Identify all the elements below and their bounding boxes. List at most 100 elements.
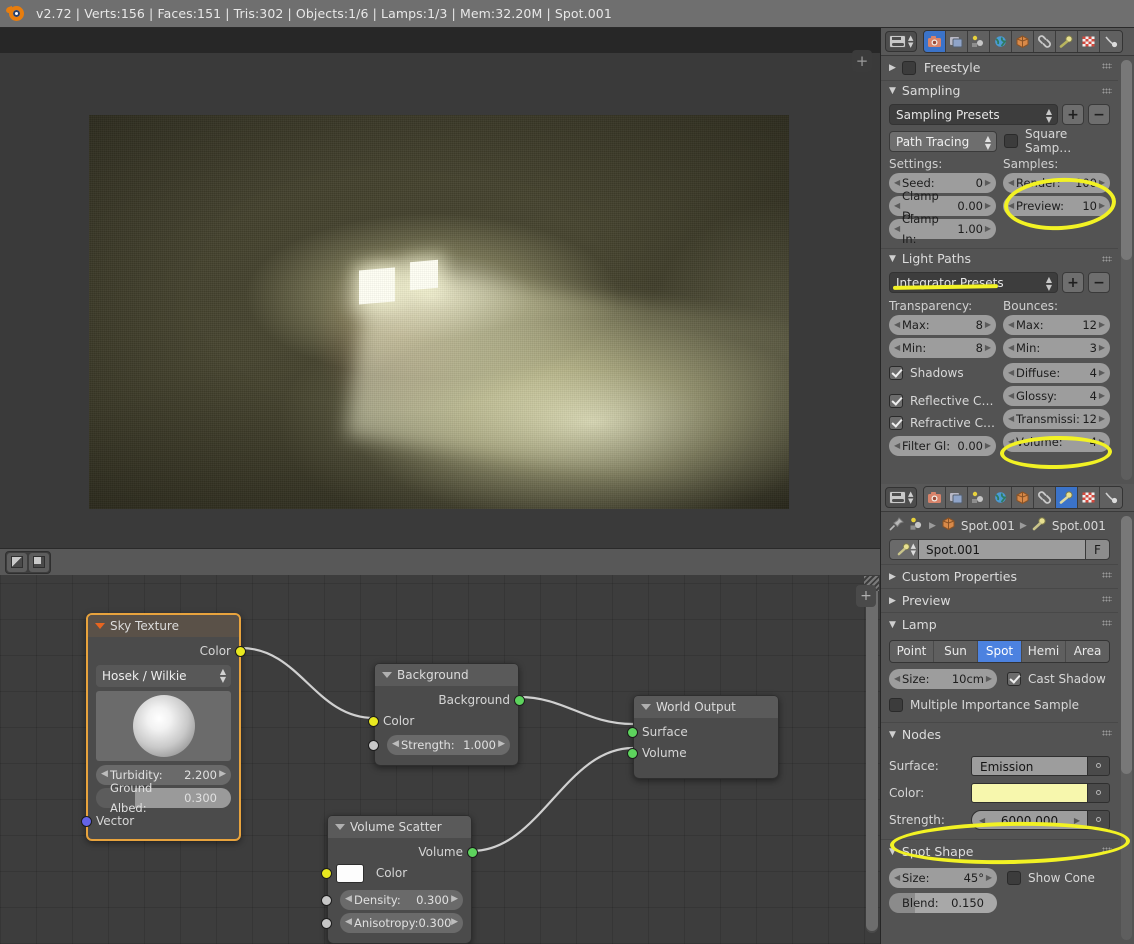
refractive-caustics-checkbox[interactable] [889, 416, 903, 430]
background-node[interactable]: Background Background Color Strength: 1.… [374, 663, 519, 766]
input-socket-density[interactable] [321, 895, 332, 906]
integrator-dropdown[interactable]: Path Tracing ▲▼ [889, 131, 997, 152]
scene-tab[interactable] [968, 487, 990, 508]
lamp-properties-scrollbar[interactable] [1121, 516, 1132, 940]
filter-glossy-field[interactable]: Filter Gl: 0.00 [889, 436, 996, 456]
show-cone-row[interactable]: Show Cone [1007, 867, 1095, 889]
render-tab[interactable] [924, 31, 946, 52]
diffuse-bounces-field[interactable]: Diffuse: 4 [1003, 363, 1110, 383]
volume-bounces-field[interactable]: Volume: 4 [1003, 432, 1110, 452]
pin-icon[interactable] [889, 517, 904, 534]
render-properties-scrollbar[interactable] [1121, 60, 1132, 480]
emission-strength-field[interactable]: 6000.000 [971, 810, 1088, 830]
mis-checkbox[interactable] [889, 698, 903, 712]
lamp-data-tab[interactable] [1056, 487, 1078, 508]
collapse-triangle-icon[interactable] [641, 704, 651, 710]
lamp-type-area[interactable]: Area [1066, 641, 1109, 662]
particles-tab[interactable] [1100, 31, 1122, 52]
spot-size-field[interactable]: Size: 45° [889, 868, 997, 888]
strength-link-icon[interactable] [1088, 810, 1110, 830]
freestyle-checkbox[interactable] [902, 61, 916, 75]
input-socket-surface[interactable] [627, 727, 638, 738]
world-tab[interactable] [990, 487, 1012, 508]
split-view-icon[interactable] [7, 553, 27, 572]
particles-tab[interactable] [1100, 487, 1122, 508]
spot-blend-field[interactable]: Blend: 0.150 [889, 893, 997, 913]
properties-tab-bar[interactable] [923, 486, 1123, 509]
ground-albedo-field[interactable]: Ground Albed: 0.300 [96, 788, 231, 808]
glossy-bounces-field[interactable]: Glossy: 4 [1003, 386, 1110, 406]
reflective-caustics-row[interactable]: Reflective C… [889, 390, 996, 412]
refractive-caustics-row[interactable]: Refractive C… [889, 412, 996, 434]
constraints-tab[interactable] [1034, 31, 1056, 52]
color-link-icon[interactable] [1088, 783, 1110, 803]
breadcrumb-object-name[interactable]: Spot.001 [961, 519, 1015, 533]
collapse-triangle-icon[interactable] [382, 672, 392, 678]
add-preset-button[interactable]: + [1062, 272, 1084, 293]
panel-nodes[interactable]: ▼ Nodes [881, 722, 1118, 746]
texture-tab[interactable] [1078, 487, 1100, 508]
node-header[interactable]: Sky Texture [88, 615, 239, 637]
lamp-type-spot[interactable]: Spot [978, 641, 1022, 662]
properties-tab-bar[interactable] [923, 30, 1123, 53]
editor-type-selector[interactable]: ▲▼ [885, 487, 917, 508]
input-socket-strength[interactable] [368, 740, 379, 751]
panel-sampling[interactable]: ▼ Sampling [881, 80, 1118, 100]
output-socket-volume[interactable] [467, 847, 478, 858]
lamp-type-hemi[interactable]: Hemi [1022, 641, 1066, 662]
lamp-size-field[interactable]: Size: 10cm [889, 669, 997, 689]
world-output-node[interactable]: World Output Surface Volume [633, 695, 779, 779]
color-swatch[interactable] [336, 864, 364, 883]
anisotropy-field[interactable]: Anisotropy: 0.300 [340, 913, 463, 933]
node-header[interactable]: Background [375, 664, 518, 686]
panel-preview[interactable]: ▶ Preview [881, 588, 1118, 612]
sky-texture-node[interactable]: Sky Texture Color Hosek / Wilkie ▲▼ Turb… [86, 613, 241, 841]
collapse-triangle-icon[interactable] [335, 824, 345, 830]
breadcrumb-data-name[interactable]: Spot.001 [1052, 519, 1106, 533]
node-header[interactable]: Volume Scatter [328, 816, 471, 838]
render-result-viewport[interactable]: + [0, 28, 880, 548]
input-socket-volume[interactable] [627, 748, 638, 759]
lamp-name-field[interactable]: Spot.001 [919, 539, 1085, 560]
panel-lamp[interactable]: ▼ Lamp [881, 612, 1118, 636]
bounces-min-field[interactable]: Min: 3 [1003, 338, 1110, 358]
cast-shadow-row[interactable]: Cast Shadow [1007, 668, 1106, 690]
remove-preset-button[interactable]: − [1088, 272, 1110, 293]
shadows-checkbox[interactable] [889, 366, 903, 380]
node-editor[interactable]: Sky Texture Color Hosek / Wilkie ▲▼ Turb… [0, 575, 880, 944]
fake-user-button[interactable]: F [1085, 539, 1110, 560]
constraints-tab[interactable] [1034, 487, 1056, 508]
viewport-add-panel-icon[interactable]: + [852, 50, 872, 72]
node-header[interactable]: World Output [634, 696, 778, 718]
add-preset-button[interactable]: + [1062, 104, 1084, 125]
sampling-presets-dropdown[interactable]: Sampling Presets ▲▼ [889, 104, 1058, 125]
node-editor-vertical-scrollbar[interactable] [866, 581, 878, 933]
object-tab[interactable] [1012, 31, 1034, 52]
integrator-presets-dropdown[interactable]: Integrator Presets ▲▼ [889, 272, 1058, 293]
input-socket-vector[interactable] [81, 816, 92, 827]
corner-overlay-icon[interactable] [29, 553, 49, 572]
cast-shadow-checkbox[interactable] [1007, 672, 1021, 686]
scene-icon[interactable] [909, 517, 924, 534]
strength-field[interactable]: Strength: 1.000 [387, 735, 510, 755]
clamp-indirect-field[interactable]: Clamp In: 1.00 [889, 219, 996, 239]
lamp-type-sun[interactable]: Sun [934, 641, 978, 662]
lamp-icon[interactable] [1032, 517, 1047, 534]
density-field[interactable]: Density: 0.300 [340, 890, 463, 910]
square-samples-row[interactable]: Square Samp… [1004, 130, 1110, 152]
volume-scatter-node[interactable]: Volume Scatter Volume Color Density: 0.3… [327, 815, 472, 944]
preview-samples-field[interactable]: Preview: 10 [1003, 196, 1110, 216]
panel-freestyle[interactable]: ▶ Freestyle [881, 56, 1118, 80]
render-layers-tab[interactable] [946, 487, 968, 508]
node-editor-display-buttons[interactable] [5, 551, 51, 574]
render-layers-tab[interactable] [946, 31, 968, 52]
render-tab[interactable] [924, 487, 946, 508]
sky-model-dropdown[interactable]: Hosek / Wilkie ▲▼ [96, 665, 231, 687]
texture-tab[interactable] [1078, 31, 1100, 52]
transparency-max-field[interactable]: Max: 8 [889, 315, 996, 335]
remove-preset-button[interactable]: − [1088, 104, 1110, 125]
data-tab[interactable] [1056, 31, 1078, 52]
surface-shader-dropdown[interactable]: Emission [971, 756, 1088, 776]
output-socket-color[interactable] [235, 646, 246, 657]
input-socket-anisotropy[interactable] [321, 918, 332, 929]
